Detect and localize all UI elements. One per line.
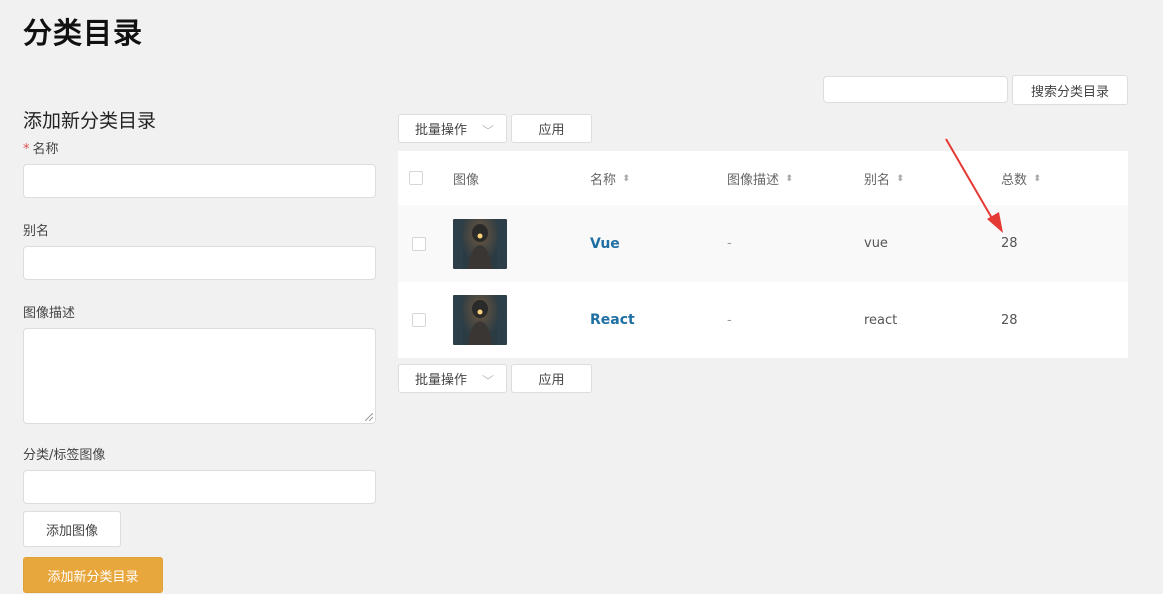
required-mark: *	[23, 142, 30, 157]
resize-handle-icon[interactable]	[365, 413, 373, 421]
sort-icon: ⬍	[622, 173, 631, 183]
column-header-slug[interactable]: 别名 ⬍	[864, 151, 904, 205]
table-row: React - react 28	[398, 282, 1128, 358]
bulk-actions-label: 批量操作	[415, 123, 468, 138]
category-count[interactable]: 28	[1001, 205, 1018, 282]
name-label: * 名称	[23, 138, 59, 157]
search-button[interactable]: 搜索分类目录	[1012, 75, 1128, 105]
bulk-actions-select-bottom[interactable]: 批量操作 ﹀	[398, 364, 507, 393]
categories-table: 图像 名称 ⬍ 图像描述 ⬍ 别名 ⬍ 总数 ⬍ Vue - vue 28 Re…	[398, 151, 1128, 358]
category-description: -	[727, 236, 732, 251]
sort-icon: ⬍	[896, 173, 905, 183]
description-label: 图像描述	[23, 306, 76, 321]
column-header-description[interactable]: 图像描述 ⬍	[727, 151, 793, 205]
category-count[interactable]: 28	[1001, 282, 1018, 358]
page-title: 分类目录	[23, 16, 144, 50]
name-label-text: 名称	[32, 142, 59, 157]
column-header-count-text: 总数	[1001, 172, 1028, 188]
slug-input[interactable]	[23, 246, 376, 280]
column-header-name[interactable]: 名称 ⬍	[590, 151, 630, 205]
apply-button-top[interactable]: 应用	[511, 114, 592, 143]
category-slug: vue	[864, 236, 888, 251]
column-header-description-text: 图像描述	[727, 172, 780, 188]
category-name-link[interactable]: React	[590, 282, 635, 358]
search-input[interactable]	[823, 76, 1008, 103]
chevron-down-icon: ﹀	[481, 124, 494, 138]
bulk-actions-select-top[interactable]: 批量操作 ﹀	[398, 114, 507, 143]
form-heading: 添加新分类目录	[23, 110, 157, 132]
table-row: Vue - vue 28	[398, 205, 1128, 282]
column-header-count[interactable]: 总数 ⬍	[1001, 151, 1041, 205]
column-header-image: 图像	[453, 172, 480, 188]
image-url-input[interactable]	[23, 470, 376, 504]
apply-button-bottom[interactable]: 应用	[511, 364, 592, 393]
column-header-name-text: 名称	[590, 172, 617, 188]
add-category-button[interactable]: 添加新分类目录	[23, 557, 163, 593]
description-textarea[interactable]	[23, 328, 376, 424]
name-input[interactable]	[23, 164, 376, 198]
category-description: -	[727, 312, 732, 328]
category-thumbnail	[453, 218, 507, 269]
add-image-button[interactable]: 添加图像	[23, 511, 121, 547]
column-header-slug-text: 别名	[864, 172, 891, 188]
select-all-checkbox[interactable]	[409, 171, 423, 185]
bulk-actions-label: 批量操作	[415, 373, 468, 388]
sort-icon: ⬍	[1033, 173, 1042, 183]
row-checkbox[interactable]	[412, 313, 426, 327]
table-header: 图像 名称 ⬍ 图像描述 ⬍ 别名 ⬍ 总数 ⬍	[398, 151, 1128, 205]
sort-icon: ⬍	[785, 173, 794, 183]
chevron-down-icon: ﹀	[481, 374, 494, 388]
category-name-link[interactable]: Vue	[590, 205, 620, 282]
image-label: 分类/标签图像	[23, 448, 106, 463]
slug-label: 别名	[23, 224, 50, 239]
row-checkbox[interactable]	[412, 236, 426, 251]
category-slug: react	[864, 312, 898, 328]
category-thumbnail	[453, 295, 507, 345]
